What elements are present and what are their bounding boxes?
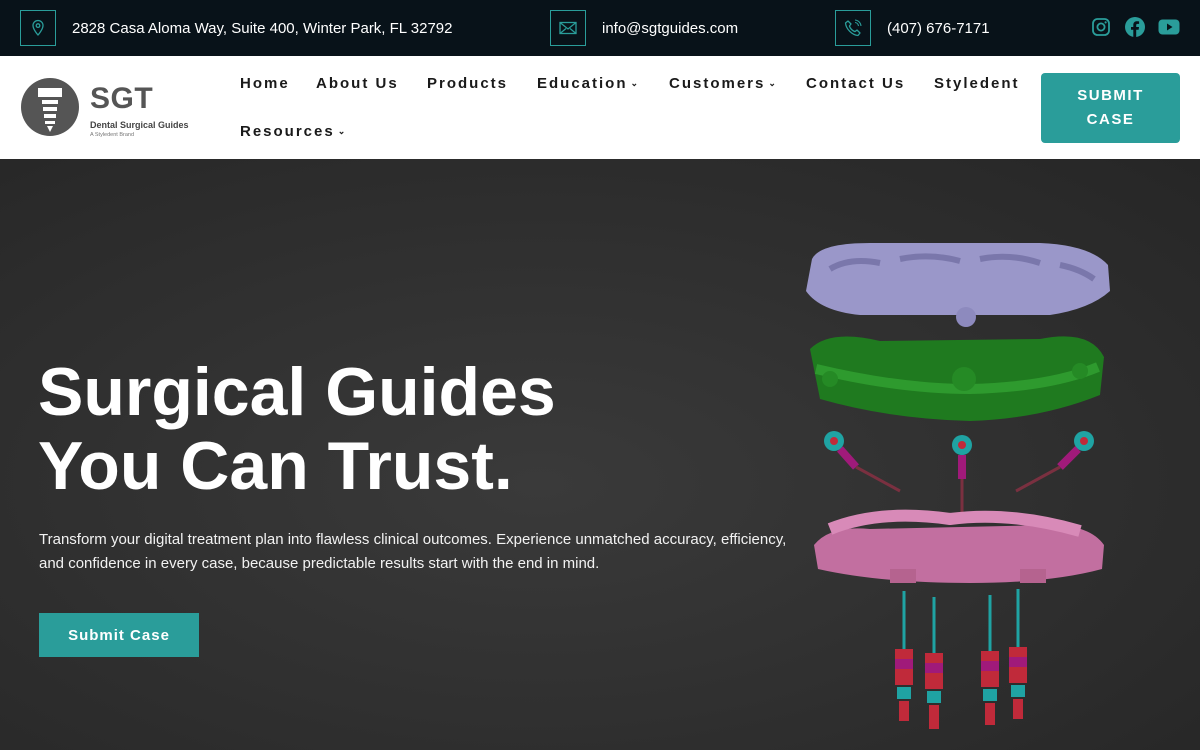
address-contact[interactable]: 2828 Casa Aloma Way, Suite 400, Winter P… [20, 10, 452, 46]
nav-home-label: Home [240, 75, 290, 92]
nav-products-label: Products [427, 75, 509, 92]
nav-home[interactable]: Home [240, 75, 290, 92]
hero-section: Surgical Guides You Can Trust. Transform… [0, 159, 1200, 750]
chevron-down-icon: ⌄ [630, 78, 639, 88]
logo-subtitle: A Styledent Brand [90, 132, 135, 138]
email-link[interactable]: info@sgtguides.com [602, 20, 738, 37]
nav-styledent-label: Styledent [934, 75, 1020, 92]
submit-case-button[interactable]: SUBMIT CASE [1041, 73, 1180, 143]
map-pin-icon [20, 10, 56, 46]
nav-about-us-label: About Us [316, 75, 399, 92]
nav-education-label: Education [537, 75, 628, 92]
nav-contact-us-label: Contact Us [806, 75, 906, 92]
nav-customers-label: Customers [669, 75, 766, 92]
address-text: 2828 Casa Aloma Way, Suite 400, Winter P… [72, 19, 453, 37]
surgical-guide-illustration [806, 243, 1110, 729]
phone-icon [835, 10, 871, 46]
facebook-icon[interactable] [1124, 16, 1146, 38]
social-links [1090, 16, 1180, 38]
hero-submit-case-button[interactable]: Submit Case [39, 613, 199, 657]
sgt-logo[interactable]: SGT Dental Surgical Guides A Styledent B… [20, 76, 200, 142]
chevron-down-icon: ⌄ [337, 126, 346, 136]
nav-about-us[interactable]: About Us [316, 75, 399, 92]
nav-styledent[interactable]: Styledent [934, 75, 1020, 92]
nav-customers[interactable]: Customers ⌄ [669, 75, 776, 92]
main-nav: Home About Us Products Education ⌄ Custom… [240, 56, 1030, 159]
hero-title-line-1: Surgical Guides [38, 354, 556, 430]
email-contact[interactable]: info@sgtguides.com [550, 10, 738, 46]
nav-products[interactable]: Products [427, 75, 508, 92]
phone-contact[interactable]: (407) 676-7171 [835, 10, 990, 46]
implant-logo-icon [21, 78, 79, 136]
youtube-icon[interactable] [1158, 16, 1180, 38]
site-header: SGT Dental Surgical Guides A Styledent B… [0, 56, 1200, 159]
chevron-down-icon: ⌄ [768, 78, 776, 88]
instagram-icon[interactable] [1090, 16, 1112, 38]
hero-description: Transform your digital treatment plan in… [39, 531, 787, 572]
hero-title-line-2: You Can Trust. [38, 428, 513, 504]
nav-contact-us[interactable]: Contact Us [806, 75, 905, 92]
nav-education[interactable]: Education ⌄ [537, 75, 638, 92]
phone-link[interactable]: (407) 676-7171 [887, 20, 990, 37]
logo-brand: SGT [90, 82, 154, 115]
envelope-icon [550, 10, 586, 46]
nav-resources-label: Resources [240, 123, 335, 140]
contact-bar: 2828 Casa Aloma Way, Suite 400, Winter P… [0, 0, 1200, 56]
nav-resources[interactable]: Resources ⌄ [240, 123, 345, 140]
hero-title: Surgical Guides You Can Trust. [38, 355, 738, 503]
logo-tagline: Dental Surgical Guides [90, 120, 189, 130]
